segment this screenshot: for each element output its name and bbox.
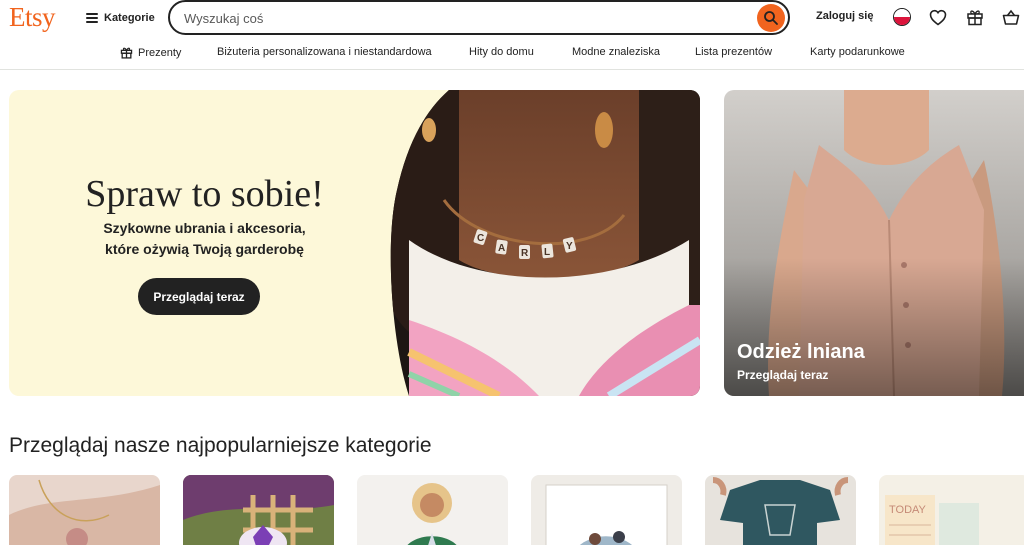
category-planner-photo: TODAY: [879, 475, 1024, 545]
category-card-jewelry[interactable]: [9, 475, 160, 545]
hero-title: Spraw to sobie!: [85, 173, 324, 215]
search-button[interactable]: [757, 4, 785, 32]
subnav-item-gift-cards[interactable]: Karty podarunkowe: [810, 46, 905, 58]
hero-browse-button[interactable]: Przeglądaj teraz: [138, 278, 260, 315]
category-card-toys[interactable]: [183, 475, 334, 545]
necklace-letter: C: [477, 233, 484, 244]
hero-subtitle: Szykowne ubrania i akcesoria, które ożyw…: [103, 220, 306, 257]
categories-label: Kategorie: [104, 12, 155, 24]
subnav-item-gift-registry[interactable]: Lista prezentów: [695, 46, 772, 58]
linen-clothing-card[interactable]: Odzież lniana Przeglądaj teraz: [724, 90, 1024, 396]
hero-necklace-photo: C A R L Y: [390, 90, 700, 396]
necklace-letter: R: [521, 248, 529, 259]
category-card-art[interactable]: [531, 475, 682, 545]
header: Etsy Kategorie Zaloguj się: [0, 0, 1024, 36]
category-card-stationery[interactable]: TODAY: [879, 475, 1024, 545]
linen-card-link[interactable]: Przeglądaj teraz: [737, 368, 828, 382]
category-card-tshirts[interactable]: [705, 475, 856, 545]
subnav-label: Modne znaleziska: [572, 46, 661, 58]
hero-banner: C A R L Y Spraw to sobie! Szykowne ubran…: [9, 90, 700, 396]
subnav-item-trending-finds[interactable]: Modne znaleziska: [572, 46, 660, 58]
gift-icon: [967, 10, 983, 26]
favorites-button[interactable]: [928, 7, 948, 27]
subnav-item-home-hits[interactable]: Hity do domu: [469, 46, 534, 58]
category-card-clothing[interactable]: [357, 475, 508, 545]
popular-categories-title: Przeglądaj nasze najpopularniejsze kateg…: [9, 434, 432, 457]
heart-icon: [929, 9, 947, 26]
poland-flag-icon: [893, 8, 911, 26]
signin-link[interactable]: Zaloguj się: [816, 10, 873, 22]
hamburger-icon: [86, 13, 98, 23]
category-tshirt-photo: [705, 475, 856, 545]
sub-navigation: Prezenty Biżuteria personalizowana i nie…: [0, 40, 1024, 70]
category-toys-photo: [183, 475, 334, 545]
basket-icon: [1002, 9, 1020, 25]
category-jewelry-photo: [9, 475, 160, 545]
category-clothing-photo: [357, 475, 508, 545]
cart-button[interactable]: [1001, 7, 1021, 27]
subnav-label: Lista prezentów: [695, 46, 773, 58]
necklace-letter: Y: [566, 241, 573, 252]
necklace-letter: A: [498, 243, 505, 254]
search-icon: [764, 11, 778, 25]
subnav-label: Prezenty: [138, 46, 182, 59]
etsy-logo[interactable]: Etsy: [9, 2, 56, 33]
linen-card-title: Odzież lniana: [737, 341, 865, 363]
subnav-label: Karty podarunkowe: [810, 46, 905, 58]
subnav-item-personalized-jewelry[interactable]: Biżuteria personalizowana i niestandardo…: [217, 46, 432, 58]
subnav-label: Biżuteria personalizowana i niestandardo…: [217, 46, 432, 58]
gifts-button[interactable]: [965, 7, 985, 27]
gift-icon: [120, 47, 133, 59]
necklace-letter: L: [544, 247, 550, 258]
search-bar: [168, 0, 790, 35]
planner-today-text: TODAY: [889, 504, 927, 516]
subnav-item-gifts[interactable]: Prezenty: [120, 46, 181, 59]
categories-button[interactable]: Kategorie: [86, 9, 155, 27]
subnav-label: Hity do domu: [469, 46, 534, 58]
search-input[interactable]: [184, 8, 744, 28]
language-region-button[interactable]: [892, 7, 912, 27]
category-art-photo: [531, 475, 682, 545]
